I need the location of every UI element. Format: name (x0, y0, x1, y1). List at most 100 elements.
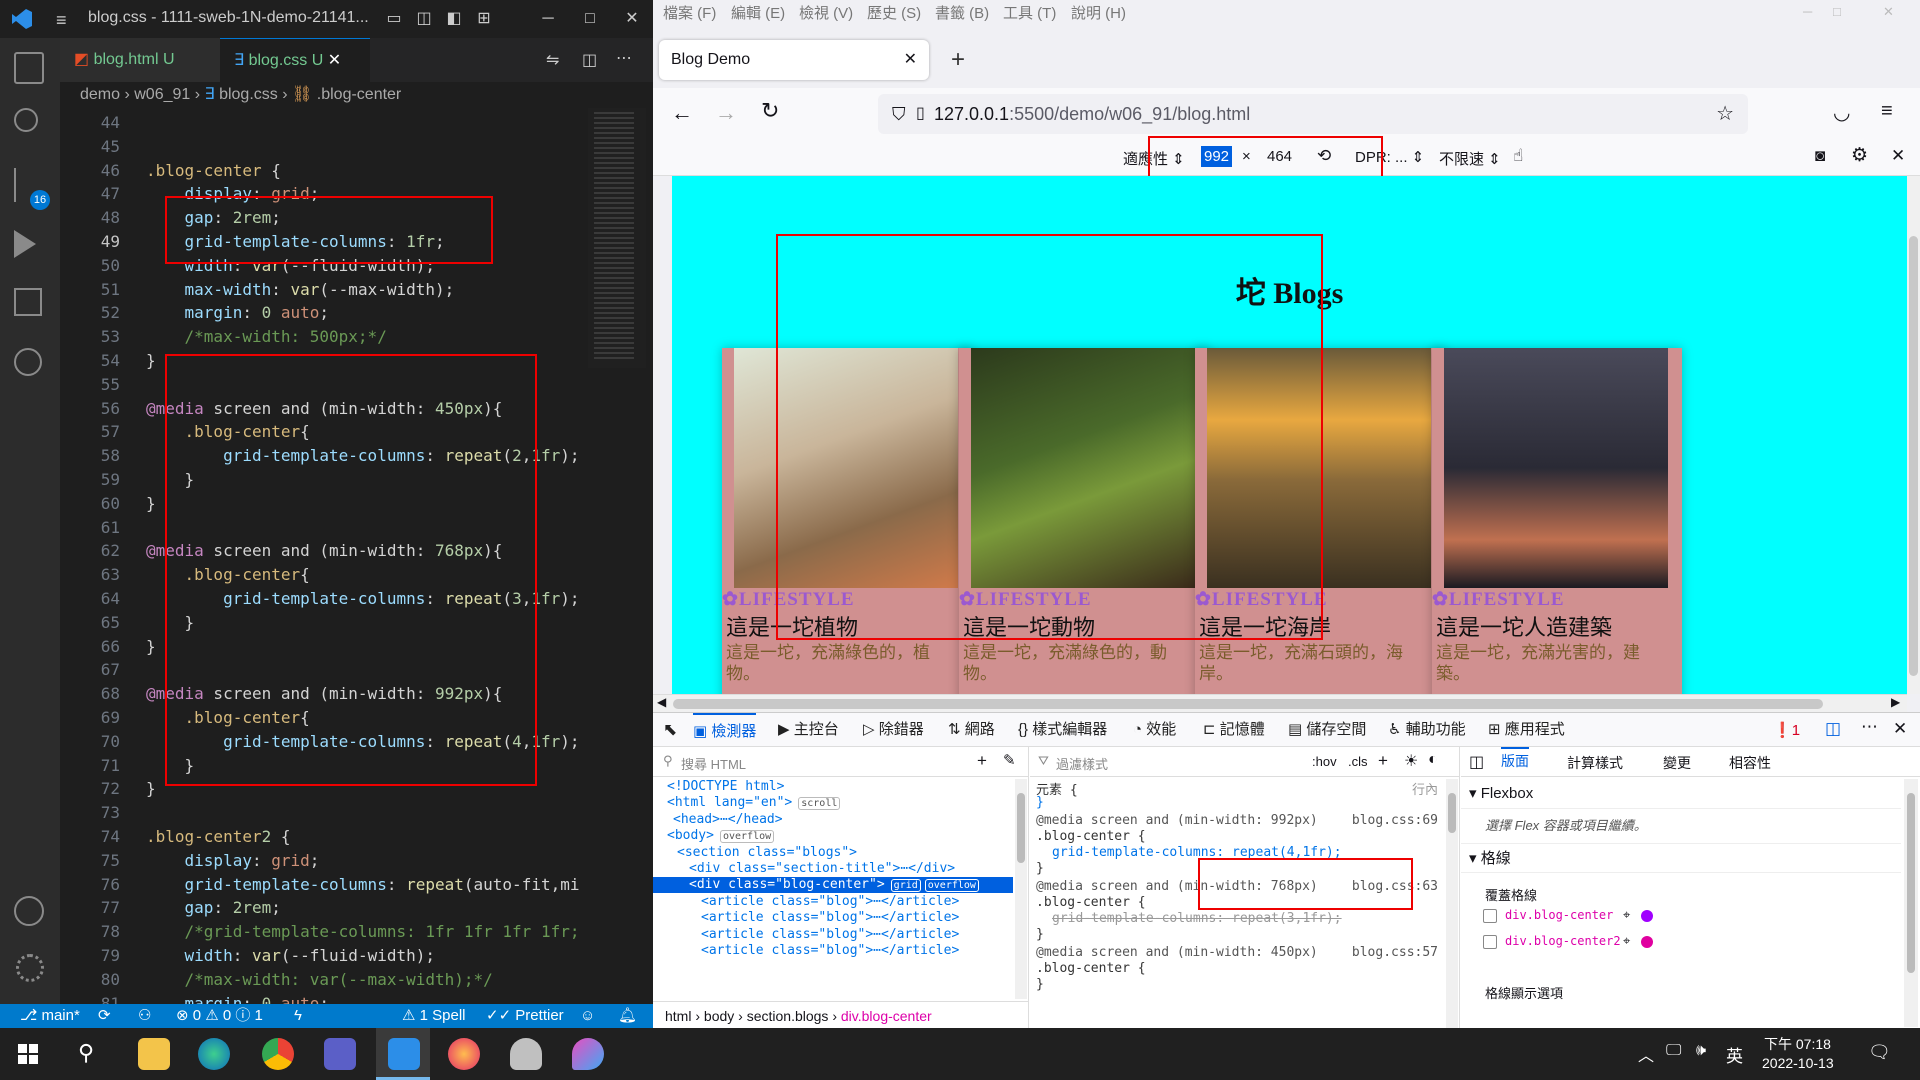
menu-item[interactable]: 書籤 (B) (935, 2, 989, 23)
pick-element-icon[interactable]: ⬉ (663, 713, 677, 747)
grid-section[interactable]: ▾ 格線 (1461, 843, 1901, 873)
rule-selector[interactable]: .blog-center { (1036, 961, 1146, 976)
git-icon[interactable]: ⚇ (138, 1004, 151, 1028)
minimize-icon[interactable]: ─ (1803, 4, 1812, 19)
code-line[interactable]: max-width: var(--max-width); (146, 278, 455, 302)
code-line[interactable]: /*max-width: 500px;*/ (146, 325, 387, 349)
hov-toggle[interactable]: :hov (1312, 754, 1337, 769)
extensions-icon[interactable] (14, 288, 42, 316)
rule-selector[interactable]: .blog-center { (1036, 895, 1146, 910)
breadcrumb-item[interactable]: section.blogs (747, 1008, 829, 1024)
tab-memory[interactable]: ⊏ 記憶體 (1203, 713, 1265, 747)
tab-debugger[interactable]: ▷ 除錯器 (863, 713, 924, 747)
menu-item[interactable]: 工具 (T) (1003, 2, 1056, 23)
volume-icon[interactable]: 🕪︎ (1696, 1042, 1706, 1060)
rule-selector[interactable]: .blog-center { (1036, 829, 1146, 844)
add-node-icon[interactable]: + (977, 751, 987, 771)
browser-tab[interactable]: Blog Demo ✕ (659, 40, 929, 80)
code-line[interactable]: .blog-center2 { (146, 825, 291, 849)
rules-filter-box[interactable]: ⛛ 過濾樣式 :hov .cls + ☀ ◐ (1030, 747, 1459, 777)
reload-icon[interactable]: ↻ (761, 98, 779, 124)
git-graph-icon[interactable] (14, 348, 42, 376)
scroll-right-icon[interactable]: ▶ (1891, 695, 1900, 709)
vscode-icon[interactable] (388, 1038, 420, 1070)
close-icon[interactable]: ✕ (614, 0, 650, 38)
edge-icon[interactable] (198, 1038, 230, 1070)
rule-source[interactable]: blog.css:69 (1352, 813, 1438, 828)
paint-icon[interactable] (572, 1038, 604, 1070)
layout-tab[interactable]: 版面 (1501, 747, 1529, 771)
code-line[interactable]: } (146, 349, 156, 373)
overlay-checkbox[interactable] (1483, 935, 1497, 949)
code-line[interactable]: display: grid; (146, 849, 320, 873)
rule-declaration[interactable]: grid-template-columns: repeat(3,1fr); (1052, 911, 1342, 926)
more-icon[interactable]: ⋯ (1861, 717, 1878, 737)
menu-item[interactable]: 歷史 (S) (867, 2, 921, 23)
close-tab-icon[interactable]: ✕ (328, 52, 341, 69)
new-tab-icon[interactable]: + (951, 46, 965, 74)
search-icon[interactable] (14, 108, 38, 132)
minimize-icon[interactable]: ─ (530, 0, 566, 38)
overlay-color-swatch[interactable] (1641, 910, 1653, 922)
tab-inspector[interactable]: ▣ 檢測器 (693, 713, 757, 747)
app-icon[interactable] (510, 1038, 542, 1070)
eyedropper-icon[interactable]: ✎ (1003, 751, 1016, 769)
close-devtools-icon[interactable]: ✕ (1893, 719, 1907, 739)
flexbox-section[interactable]: ▾ Flexbox (1461, 779, 1901, 809)
close-rdm-icon[interactable]: ✕ (1891, 146, 1905, 166)
screenshot-icon[interactable]: ◙ (1815, 146, 1825, 166)
tab-blog-html[interactable]: ◩ blog.html U (60, 38, 220, 82)
horizontal-scrollbar[interactable]: ◀ ▶ (653, 694, 1907, 712)
rule-declaration[interactable]: } (1036, 795, 1044, 810)
rules-scrollbar[interactable] (1446, 779, 1458, 1029)
settings-gear-icon[interactable] (16, 954, 44, 982)
code-line[interactable]: width: var(--fluid-width); (146, 944, 435, 968)
scroll-thumb[interactable] (1909, 236, 1918, 676)
clock-time[interactable]: 下午 07:18 (1764, 1034, 1831, 1054)
html-node[interactable]: <article class="blog">⋯</article> (653, 927, 1013, 943)
spell-status[interactable]: ⚠ 1 Spell (402, 1004, 465, 1028)
breadcrumb-item[interactable]: demo (80, 86, 120, 103)
file-explorer-icon[interactable] (138, 1038, 170, 1070)
target-icon[interactable]: ⌖ (1623, 933, 1630, 949)
blog-card[interactable]: ✿LIFESTYLE 這是一坨人造建築 這是一坨，充滿光害的，建築。 (1432, 348, 1682, 694)
overlay-color-swatch[interactable] (1641, 936, 1653, 948)
target-icon[interactable]: ⌖ (1623, 907, 1630, 923)
tab-accessibility[interactable]: ♿ 輔助功能 (1388, 713, 1466, 747)
html-node[interactable]: <head>⋯</head> (653, 812, 1013, 828)
forward-icon[interactable]: → (715, 100, 737, 126)
breadcrumb-item[interactable]: blog.css (219, 86, 278, 103)
branch-status[interactable]: ⎇ main* (20, 1004, 80, 1028)
layout-tab[interactable]: 相容性 (1729, 753, 1771, 773)
settings-gear-icon[interactable]: ⚙ (1851, 144, 1868, 167)
compare-icon[interactable]: ⇋ (546, 50, 559, 70)
html-tree[interactable]: <!DOCTYPE html> <html lang="en"> scroll <he… (653, 779, 1013, 999)
tray-chevron-icon[interactable]: ︿ (1638, 1042, 1654, 1066)
code-line[interactable]: } (146, 777, 156, 801)
code-line[interactable]: /*grid-template-columns: 1fr 1fr 1fr 1fr… (146, 920, 580, 944)
code-line[interactable]: margin: 0 auto; (146, 992, 330, 1004)
maximize-icon[interactable]: □ (1833, 4, 1841, 19)
code-line[interactable]: .blog-center { (146, 159, 281, 183)
minimap[interactable] (588, 108, 646, 368)
html-search-box[interactable]: ⚲ 搜尋 HTML + ✎ (653, 747, 1029, 777)
html-node[interactable]: <section class="blogs"> (653, 845, 1013, 861)
html-node[interactable]: <div class="blog-center"> grid overflow (653, 877, 1013, 894)
bookmark-star-icon[interactable]: ☆ (1716, 94, 1734, 134)
scroll-thumb[interactable] (1448, 793, 1456, 833)
code-line[interactable]: /*max-width: var(--max-width);*/ (146, 968, 493, 992)
problems-status[interactable]: ⊗ 0 ⚠ 0 ⓘ 1 (176, 1004, 263, 1028)
scroll-badge[interactable]: scroll (798, 797, 841, 811)
sidebar-toggle-icon[interactable]: ◫ (1469, 752, 1484, 772)
throttle-select[interactable]: 不限速 ⇕ (1439, 148, 1501, 169)
layout-scrollbar[interactable] (1904, 779, 1918, 1027)
close-icon[interactable]: ✕ (1883, 4, 1894, 20)
close-tab-icon[interactable]: ✕ (904, 40, 917, 80)
feedback-icon[interactable]: ☺ (580, 1004, 595, 1028)
html-node[interactable]: <article class="blog">⋯</article> (653, 894, 1013, 910)
touch-icon[interactable]: ☝ (1513, 146, 1523, 166)
rule-source[interactable]: blog.css:57 (1352, 945, 1438, 960)
scroll-thumb[interactable] (1907, 793, 1915, 973)
prettier-status[interactable]: ✓✓ Prettier (486, 1004, 564, 1028)
app-menu-icon[interactable]: ≡ (1881, 100, 1893, 123)
